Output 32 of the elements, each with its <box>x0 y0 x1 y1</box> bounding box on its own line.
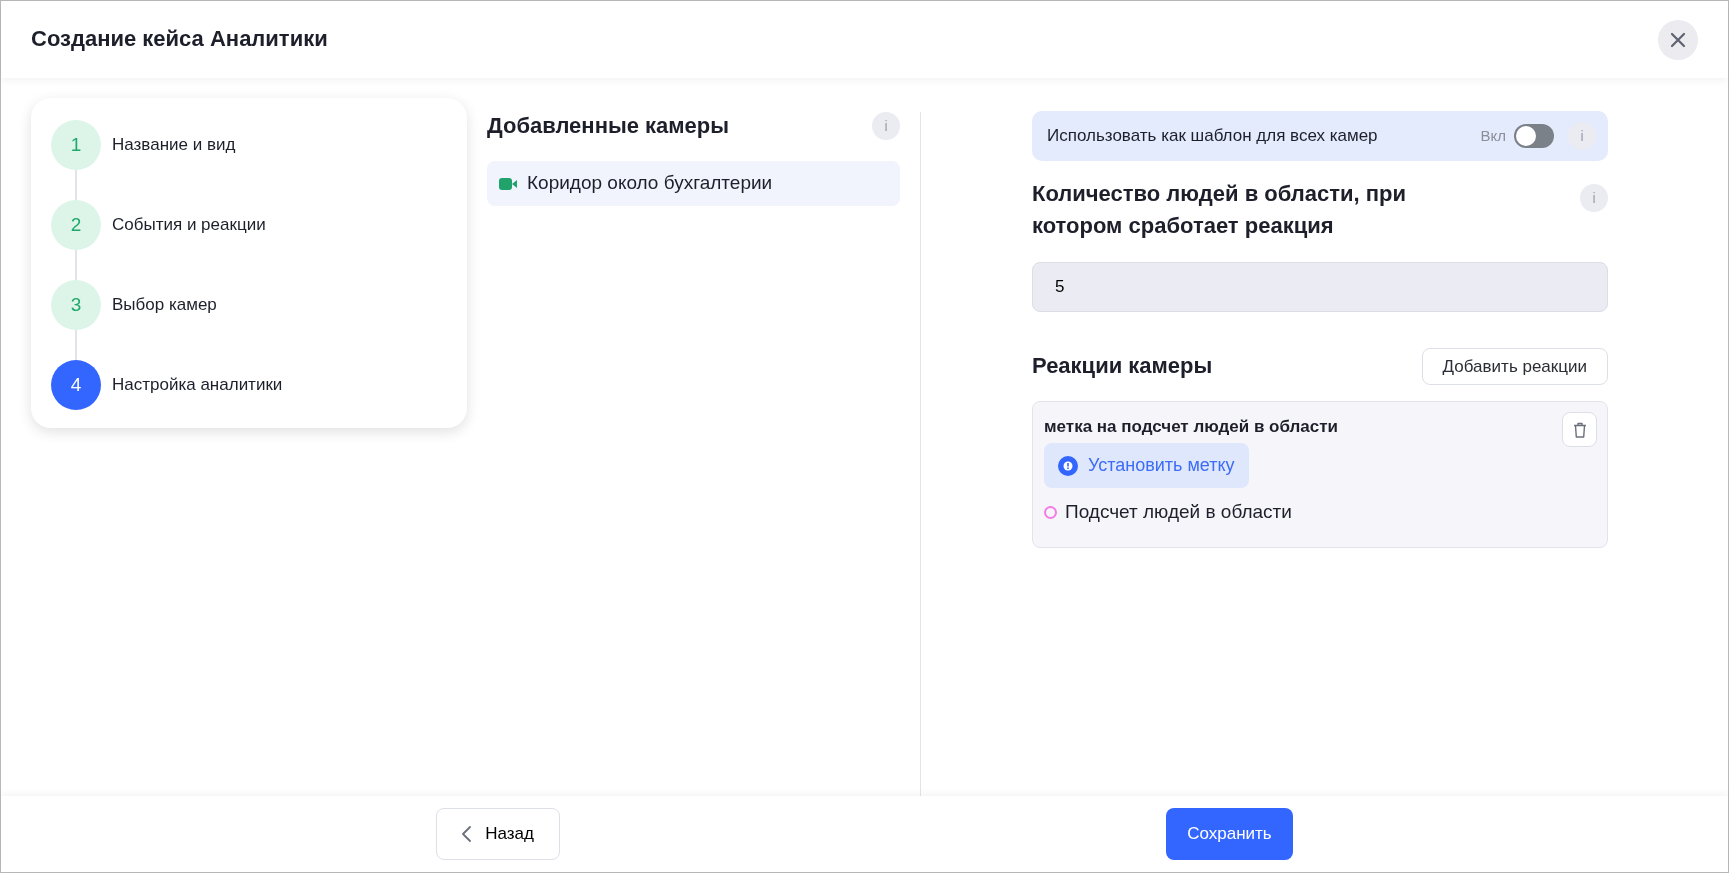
toggle-switch[interactable] <box>1514 124 1554 148</box>
camera-item[interactable]: Коридор около бухгалтерии <box>487 161 900 206</box>
tag-label: Подсчет людей в области <box>1065 500 1292 524</box>
close-button[interactable] <box>1658 19 1698 60</box>
video-camera-icon <box>499 177 517 190</box>
info-button[interactable]: i <box>1580 184 1608 212</box>
reaction-title: метка на подсчет людей в области <box>1044 416 1339 438</box>
trash-icon <box>1572 421 1587 438</box>
template-label: Использовать как шаблон для всех камер <box>1047 125 1379 148</box>
step-number[interactable]: 3 <box>51 280 101 330</box>
save-button[interactable]: Сохранить <box>1166 808 1293 860</box>
set-tag-button[interactable]: Установить метку <box>1044 443 1249 488</box>
add-reactions-button[interactable]: Добавить реакции <box>1421 348 1608 385</box>
step-number[interactable]: 2 <box>51 200 101 250</box>
back-button[interactable]: Назад <box>436 808 560 860</box>
step-number[interactable]: 4 <box>51 360 101 410</box>
window-title: Создание кейса Аналитики <box>31 26 328 53</box>
info-button[interactable]: i <box>872 112 900 140</box>
step-label[interactable]: Название и вид <box>112 132 236 158</box>
info-button[interactable]: i <box>1568 122 1596 150</box>
chevron-left-icon <box>462 826 472 842</box>
step-label[interactable]: Выбор камер <box>112 292 217 318</box>
step-label[interactable]: События и реакции <box>112 212 266 238</box>
section-title: Добавленные камеры <box>487 112 730 140</box>
step-number[interactable]: 1 <box>51 120 101 170</box>
field-label: Количество людей в области, при котором сработает реакция <box>1032 180 1407 240</box>
delete-button[interactable] <box>1562 412 1597 447</box>
close-icon <box>1670 31 1686 48</box>
step-label[interactable]: Настройка аналитики <box>112 372 283 398</box>
toggle-label: Вкл <box>1480 125 1506 146</box>
section-title: Реакции камеры <box>1032 353 1213 380</box>
input-field[interactable]: 5 <box>1032 262 1608 312</box>
